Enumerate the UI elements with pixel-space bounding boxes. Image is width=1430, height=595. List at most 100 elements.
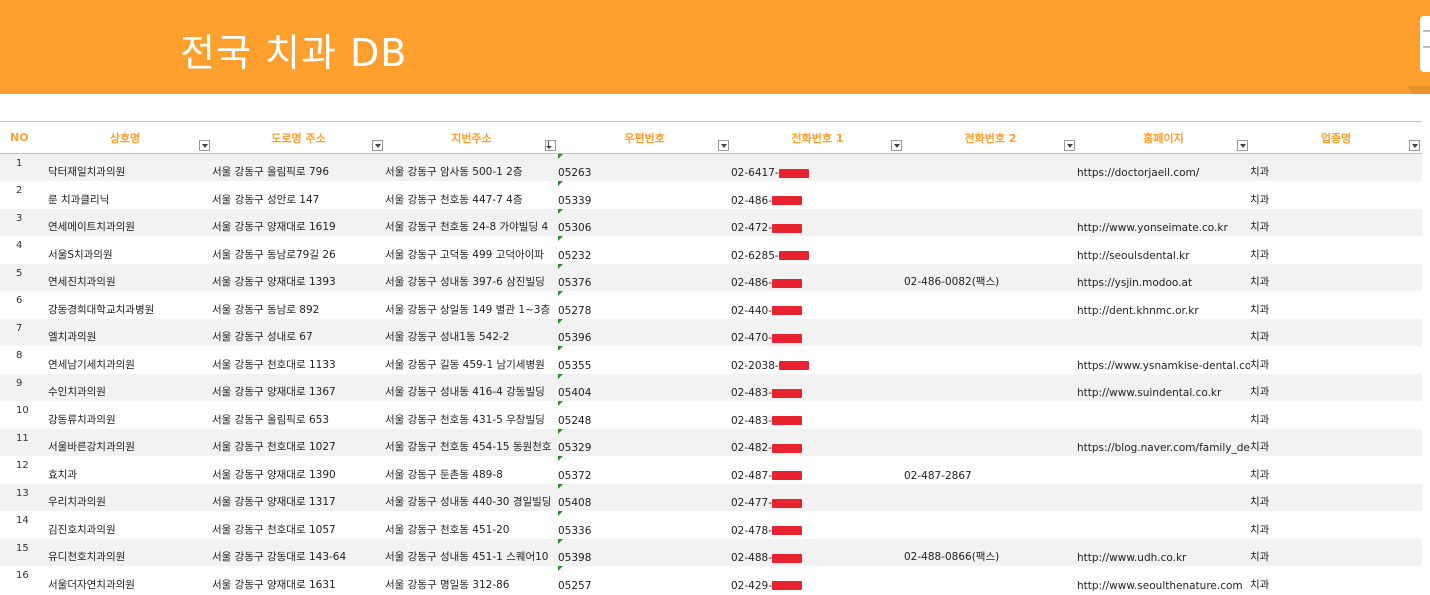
cell-phone2[interactable] xyxy=(904,208,1077,236)
filter-dropdown-icon[interactable] xyxy=(1064,140,1075,151)
cell-phone2[interactable] xyxy=(904,428,1077,456)
cell-no[interactable]: 13 xyxy=(0,483,38,511)
filter-dropdown-icon[interactable] xyxy=(372,140,383,151)
cell-road[interactable]: 서울 강동구 양재대로 1390 xyxy=(212,456,385,484)
cell-lot[interactable]: 서울 강동구 암사동 500-1 2층 xyxy=(385,153,558,181)
cell-phone1[interactable]: 02-6285- xyxy=(731,236,904,264)
cell-road[interactable]: 서울 강동구 양재대로 1367 xyxy=(212,373,385,401)
cell-web[interactable]: https://www.ysnamkise-dental.co.kr xyxy=(1077,346,1250,374)
cell-road[interactable]: 서울 강동구 양재대로 1317 xyxy=(212,483,385,511)
filter-dropdown-icon[interactable] xyxy=(1237,140,1248,151)
cell-name[interactable]: 연세메이트치과의원 xyxy=(38,208,212,236)
cell-lot[interactable]: 서울 강동구 고덕동 499 고덕아이파 xyxy=(385,236,558,264)
side-panel-handle-icon[interactable] xyxy=(1420,16,1430,72)
cell-lot[interactable]: 서울 강동구 성내동 397-6 삼진빌딩 xyxy=(385,263,558,291)
cell-road[interactable]: 서울 강동구 양재대로 1619 xyxy=(212,208,385,236)
cell-web[interactable] xyxy=(1077,318,1250,346)
filter-dropdown-icon[interactable] xyxy=(199,140,210,151)
cell-name[interactable]: 서울더자연치과의원 xyxy=(38,566,212,594)
cell-phone1[interactable]: 02-486- xyxy=(731,263,904,291)
cell-lot[interactable]: 서울 강동구 천호동 24-8 가야빌딩 4 xyxy=(385,208,558,236)
cell-phone2[interactable]: 02-488-0866(팩스) xyxy=(904,538,1077,566)
cell-type[interactable]: 치과 xyxy=(1250,428,1422,456)
cell-zip[interactable]: 05263 xyxy=(558,153,731,181)
cell-name[interactable]: 룬 치과클리닉 xyxy=(38,181,212,209)
cell-zip[interactable]: 05232 xyxy=(558,236,731,264)
cell-lot[interactable]: 서울 강동구 천호동 451-20 xyxy=(385,511,558,539)
cell-name[interactable]: 수인치과의원 xyxy=(38,373,212,401)
cell-no[interactable]: 4 xyxy=(0,236,38,264)
cell-web[interactable]: https://blog.naver.com/family_denta xyxy=(1077,428,1250,456)
cell-web[interactable]: https://ysjin.modoo.at xyxy=(1077,263,1250,291)
cell-phone1[interactable]: 02-6417- xyxy=(731,153,904,181)
cell-road[interactable]: 서울 강동구 올림픽로 796 xyxy=(212,153,385,181)
cell-phone1[interactable]: 02-440- xyxy=(731,291,904,319)
cell-name[interactable]: 닥터재일치과의원 xyxy=(38,153,212,181)
cell-phone2[interactable]: 02-487-2867 xyxy=(904,456,1077,484)
cell-road[interactable]: 서울 강동구 올림픽로 653 xyxy=(212,401,385,429)
cell-phone1[interactable]: 02-483- xyxy=(731,373,904,401)
cell-phone2[interactable] xyxy=(904,346,1077,374)
cell-road[interactable]: 서울 강동구 천호대로 1027 xyxy=(212,428,385,456)
cell-phone2[interactable] xyxy=(904,373,1077,401)
cell-name[interactable]: 유디천호치과의원 xyxy=(38,538,212,566)
cell-lot[interactable]: 서울 강동구 천호동 454-15 동원천호 xyxy=(385,428,558,456)
cell-zip[interactable]: 05372 xyxy=(558,456,731,484)
cell-no[interactable]: 8 xyxy=(0,346,38,374)
cell-type[interactable]: 치과 xyxy=(1250,318,1422,346)
cell-no[interactable]: 9 xyxy=(0,373,38,401)
cell-web[interactable]: https://doctorjaeil.com/ xyxy=(1077,153,1250,181)
cell-phone2[interactable] xyxy=(904,401,1077,429)
cell-no[interactable]: 2 xyxy=(0,181,38,209)
cell-web[interactable]: http://www.yonseimate.co.kr xyxy=(1077,208,1250,236)
cell-road[interactable]: 서울 강동구 동남로79길 26 xyxy=(212,236,385,264)
cell-phone1[interactable]: 02-478- xyxy=(731,511,904,539)
filter-dropdown-icon[interactable] xyxy=(1409,140,1420,151)
cell-no[interactable]: 6 xyxy=(0,291,38,319)
cell-name[interactable]: 강동류치과의원 xyxy=(38,401,212,429)
cell-road[interactable]: 서울 강동구 양재대로 1393 xyxy=(212,263,385,291)
filter-dropdown-icon[interactable] xyxy=(718,140,729,151)
cell-lot[interactable]: 서울 강동구 상일동 149 별관 1~3층 xyxy=(385,291,558,319)
cell-type[interactable]: 치과 xyxy=(1250,456,1422,484)
cell-lot[interactable]: 서울 강동구 성내동 451-1 스퀘어10 xyxy=(385,538,558,566)
cell-phone1[interactable]: 02-486- xyxy=(731,181,904,209)
cell-phone2[interactable] xyxy=(904,153,1077,181)
cell-web[interactable]: http://www.seoulthenature.com xyxy=(1077,566,1250,594)
cell-web[interactable]: http://dent.khnmc.or.kr xyxy=(1077,291,1250,319)
cell-phone1[interactable]: 02-482- xyxy=(731,428,904,456)
cell-lot[interactable]: 서울 강동구 성내동 416-4 강동빌딩 xyxy=(385,373,558,401)
cell-web[interactable]: http://seoulsdental.kr xyxy=(1077,236,1250,264)
cell-no[interactable]: 14 xyxy=(0,511,38,539)
cell-lot[interactable]: 서울 강동구 천호동 431-5 우창빌딩 xyxy=(385,401,558,429)
cell-type[interactable]: 치과 xyxy=(1250,511,1422,539)
cell-zip[interactable]: 05408 xyxy=(558,483,731,511)
cell-phone2[interactable] xyxy=(904,291,1077,319)
cell-road[interactable]: 서울 강동구 천호대로 1133 xyxy=(212,346,385,374)
cell-lot[interactable]: 서울 강동구 성내1동 542-2 xyxy=(385,318,558,346)
cell-name[interactable]: 서울바른강치과의원 xyxy=(38,428,212,456)
cell-road[interactable]: 서울 강동구 강동대로 143-64 xyxy=(212,538,385,566)
cell-no[interactable]: 15 xyxy=(0,538,38,566)
cell-no[interactable]: 5 xyxy=(0,263,38,291)
cell-no[interactable]: 10 xyxy=(0,401,38,429)
cell-phone2[interactable] xyxy=(904,181,1077,209)
cell-road[interactable]: 서울 강동구 성안로 147 xyxy=(212,181,385,209)
cell-web[interactable] xyxy=(1077,483,1250,511)
cell-zip[interactable]: 05355 xyxy=(558,346,731,374)
cell-phone2[interactable]: 02-486-0082(팩스) xyxy=(904,263,1077,291)
cell-type[interactable]: 치과 xyxy=(1250,263,1422,291)
cell-phone1[interactable]: 02-2038- xyxy=(731,346,904,374)
cell-type[interactable]: 치과 xyxy=(1250,346,1422,374)
cell-type[interactable]: 치과 xyxy=(1250,153,1422,181)
cell-name[interactable]: 효치과 xyxy=(38,456,212,484)
cell-web[interactable] xyxy=(1077,401,1250,429)
cell-zip[interactable]: 05396 xyxy=(558,318,731,346)
filter-dropdown-icon[interactable] xyxy=(891,140,902,151)
cell-road[interactable]: 서울 강동구 동남로 892 xyxy=(212,291,385,319)
cell-phone1[interactable]: 02-470- xyxy=(731,318,904,346)
cell-road[interactable]: 서울 강동구 천호대로 1057 xyxy=(212,511,385,539)
cell-zip[interactable]: 05257 xyxy=(558,566,731,594)
cell-type[interactable]: 치과 xyxy=(1250,538,1422,566)
cell-phone1[interactable]: 02-483- xyxy=(731,401,904,429)
